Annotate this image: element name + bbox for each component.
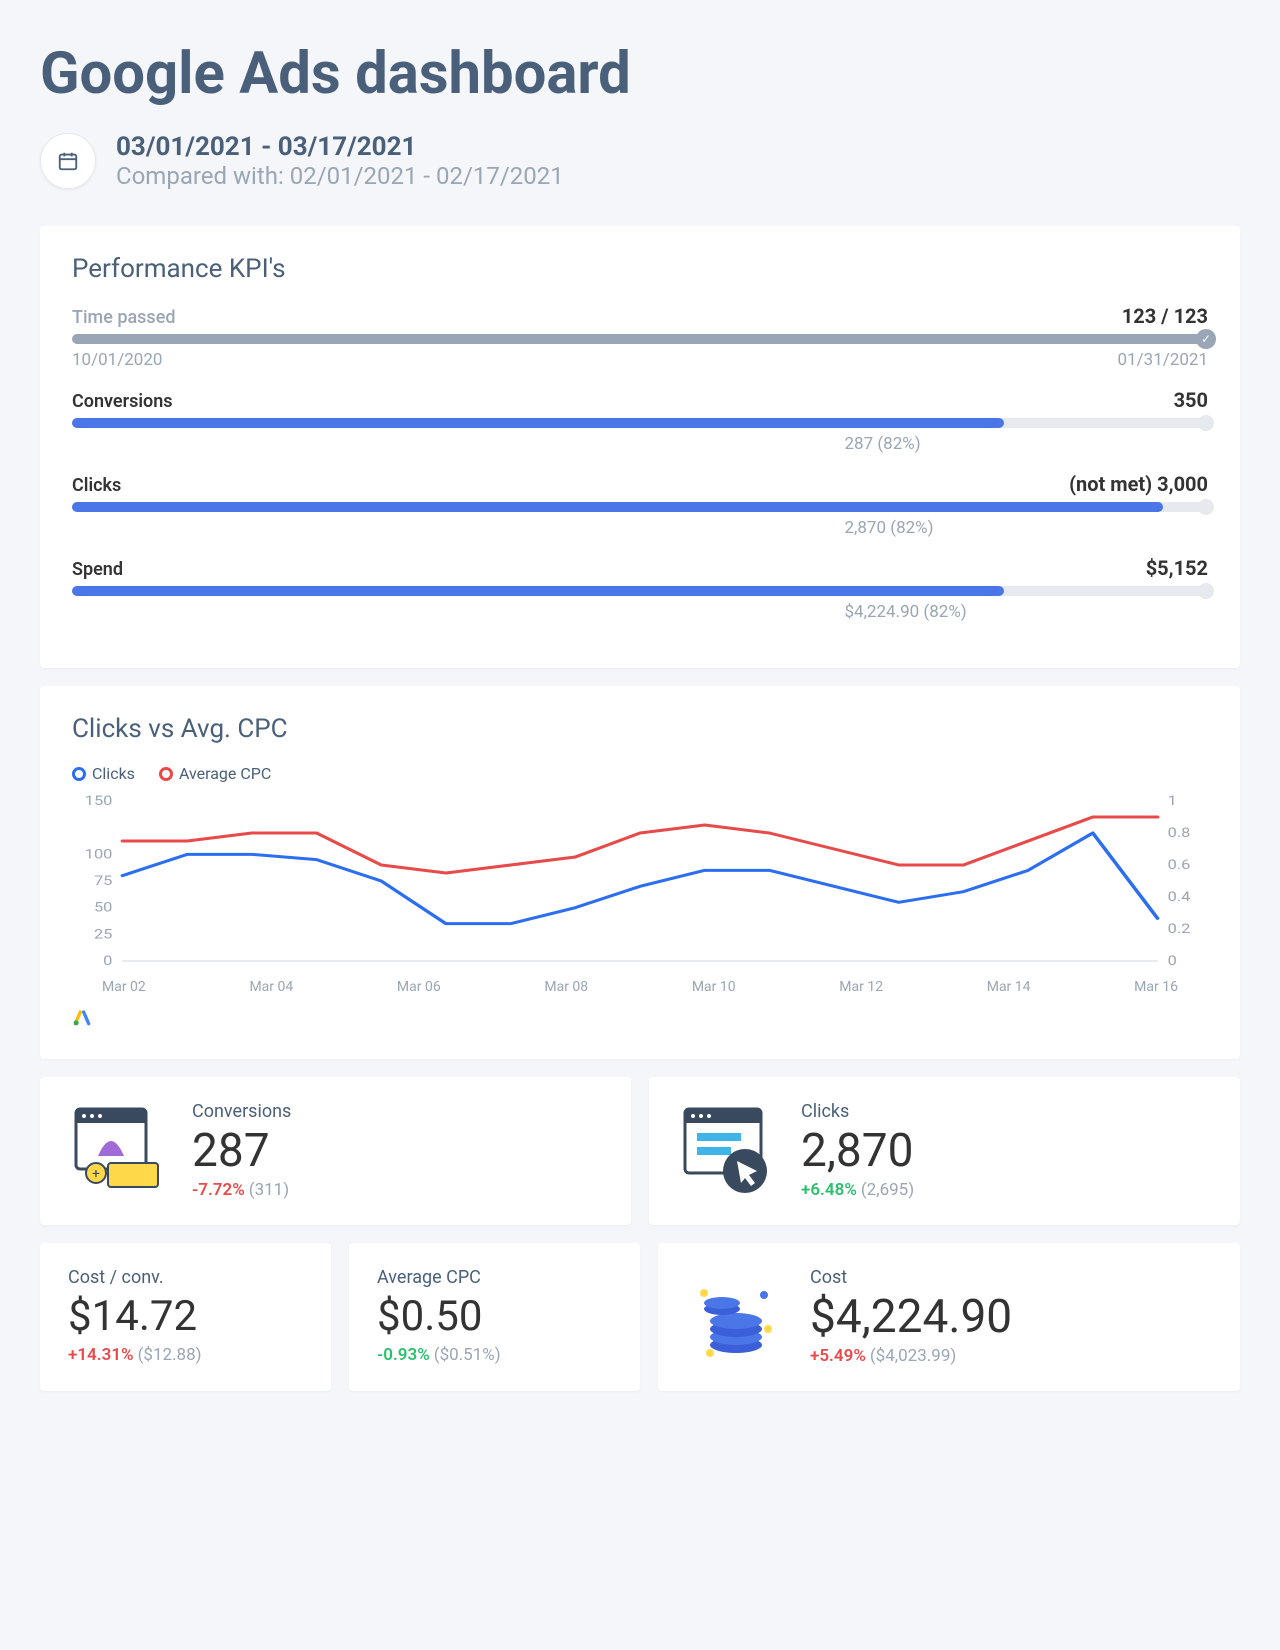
date-compare-text: Compared with: 02/01/2021 - 02/17/2021	[116, 162, 564, 190]
legend-item: Clicks	[72, 764, 135, 783]
legend-dot-icon	[72, 767, 86, 781]
stat-delta: +6.48%(2,695)	[801, 1180, 914, 1200]
kpi-card: Performance KPI's Time passed123 / 123✓1…	[40, 226, 1240, 668]
date-range-text: 03/01/2021 - 03/17/2021	[116, 132, 564, 162]
x-tick: Mar 04	[249, 979, 293, 995]
svg-text:+: +	[92, 1166, 100, 1182]
svg-text:75: 75	[94, 873, 112, 889]
kpi-bar	[72, 586, 1208, 596]
kpi-row: Clicks (not met) 3,000 2,870 (82%)	[72, 472, 1208, 538]
svg-text:0.4: 0.4	[1168, 889, 1191, 905]
stat-value: 2,870	[801, 1124, 914, 1178]
svg-text:1: 1	[1168, 793, 1177, 809]
svg-text:150: 150	[85, 793, 113, 809]
stat-value: $14.72	[68, 1292, 303, 1341]
stat-value: $4,224.90	[810, 1290, 1012, 1344]
kpi-target: 123 / 123	[1122, 304, 1208, 328]
stat-value: $0.50	[377, 1292, 612, 1341]
svg-text:0: 0	[103, 953, 112, 969]
calendar-icon	[57, 150, 79, 172]
svg-text:100: 100	[85, 846, 113, 862]
stat-card: Cost$4,224.90+5.49%($4,023.99)	[658, 1243, 1240, 1391]
stat-card: Average CPC $0.50 -0.93%($0.51%)	[349, 1243, 640, 1391]
chart-card: Clicks vs Avg. CPC Clicks Average CPC 0 25…	[40, 686, 1240, 1059]
kpi-row: Conversions 350 287 (82%)	[72, 388, 1208, 454]
x-tick: Mar 16	[1134, 979, 1178, 995]
chart-card-title: Clicks vs Avg. CPC	[72, 714, 1208, 744]
kpi-target: 350	[1174, 388, 1208, 412]
svg-text:0.2: 0.2	[1168, 921, 1191, 937]
kpi-row: Time passed 123 / 123 ✓ 10/01/2020 01/31/202…	[72, 304, 1208, 370]
chart-x-axis: Mar 02 Mar 04 Mar 06 Mar 08 Mar 10 Mar 12 Mar …	[72, 979, 1208, 995]
legend-item: Average CPC	[159, 764, 271, 783]
stat-label: Cost / conv.	[68, 1267, 303, 1288]
kpi-label: Clicks	[72, 475, 121, 496]
stat-card: Clicks2,870+6.48%(2,695)	[649, 1077, 1240, 1225]
x-tick: Mar 14	[987, 979, 1031, 995]
kpi-label: Time passed	[72, 307, 175, 328]
stat-delta: -0.93%($0.51%)	[377, 1345, 612, 1365]
stat-label: Conversions	[192, 1101, 291, 1122]
svg-text:25: 25	[94, 926, 112, 942]
kpi-label: Conversions	[72, 391, 173, 412]
kpi-value-under: 287 (82%)	[844, 434, 1208, 454]
kpi-bar: ✓	[72, 334, 1208, 344]
stat-card: Cost / conv. $14.72 +14.31%($12.88)	[40, 1243, 331, 1391]
legend-label: Average CPC	[179, 764, 271, 783]
x-tick: Mar 10	[692, 979, 736, 995]
legend-label: Clicks	[92, 764, 135, 783]
kpi-value-under: $4,224.90 (82%)	[844, 602, 1208, 622]
x-tick: Mar 02	[102, 979, 146, 995]
page-title: Google Ads dashboard	[40, 40, 1240, 108]
x-tick: Mar 08	[544, 979, 588, 995]
kpi-bar	[72, 418, 1208, 428]
google-ads-icon	[72, 1007, 1208, 1031]
stat-delta: +5.49%($4,023.99)	[810, 1346, 1012, 1366]
stat-label: Clicks	[801, 1101, 914, 1122]
kpi-target: $5,152	[1146, 556, 1208, 580]
chart-legend: Clicks Average CPC	[72, 764, 1208, 783]
stat-value: 287	[192, 1124, 291, 1178]
kpi-sub-right: 01/31/2021	[1118, 350, 1208, 370]
stat-delta: +14.31%($12.88)	[68, 1345, 303, 1365]
calendar-button[interactable]	[40, 133, 96, 189]
conversions-icon: +	[68, 1101, 168, 1201]
svg-text:0.6: 0.6	[1168, 857, 1191, 873]
line-chart: 0 25 50 75 100 150 0 0.2 0.4 0.6 0.8 1	[72, 791, 1208, 971]
kpi-bar	[72, 502, 1208, 512]
clicks-icon	[677, 1101, 777, 1201]
stat-card: + Conversions287-7.72%(311)	[40, 1077, 631, 1225]
cost-icon	[686, 1267, 786, 1367]
kpi-value-under: 2,870 (82%)	[844, 518, 1208, 538]
stat-label: Cost	[810, 1267, 1012, 1288]
kpi-sub-left: 10/01/2020	[72, 350, 162, 370]
stat-delta: -7.72%(311)	[192, 1180, 291, 1200]
check-icon: ✓	[1196, 329, 1216, 349]
x-tick: Mar 06	[397, 979, 441, 995]
kpi-target: (not met) 3,000	[1069, 472, 1208, 496]
kpi-label: Spend	[72, 559, 123, 580]
stat-label: Average CPC	[377, 1267, 612, 1288]
svg-text:50: 50	[94, 899, 112, 915]
date-range-row: 03/01/2021 - 03/17/2021 Compared with: 0…	[40, 132, 1240, 190]
kpi-card-title: Performance KPI's	[72, 254, 1208, 284]
svg-text:0: 0	[1168, 953, 1177, 969]
kpi-row: Spend $5,152 $4,224.90 (82%)	[72, 556, 1208, 622]
x-tick: Mar 12	[839, 979, 883, 995]
legend-dot-icon	[159, 767, 173, 781]
svg-text:0.8: 0.8	[1168, 825, 1191, 841]
